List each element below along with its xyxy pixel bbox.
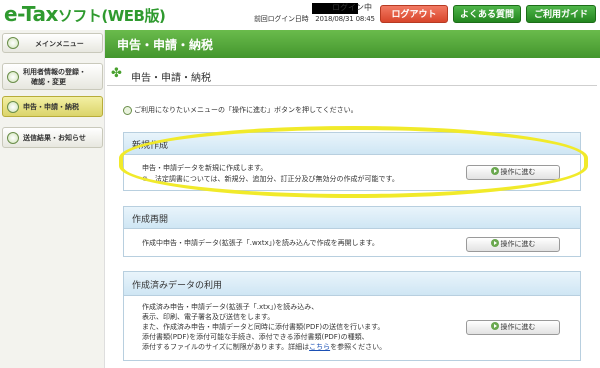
sidebar-item-label: 送信結果・お知らせ (23, 134, 86, 142)
proceed-label: 操作に進む (500, 240, 536, 248)
proceed-label: 操作に進む (500, 168, 536, 176)
card-text: 添付書類(PDF)を添付可能な手続き、添付できる添付書類(PDF)の種類、 (142, 333, 369, 341)
card-title: 作成済みデータの利用 (132, 281, 223, 291)
card-text: 作成中申告・申請データ(拡張子「.wxtx」)を読み込んで作成を再開します。 (142, 239, 379, 247)
clover-icon: ✤ (111, 66, 122, 81)
card-text: 添付するファイルのサイズに制限があります。詳細は (142, 343, 310, 351)
proceed-label: 操作に進む (500, 323, 536, 331)
info-icon (123, 105, 132, 115)
proceed-button-existing[interactable]: 操作に進む (466, 320, 560, 335)
section-title: 申告・申請・納税 (131, 73, 211, 84)
document-icon (7, 101, 19, 113)
instruction-text: ご利用になりたいメニューの「操作に進む」ボタンを押してください。 (123, 105, 358, 115)
page-title-band: 申告・申請・納税 (105, 30, 600, 58)
etax-logo[interactable]: e-Taxソフト(WEB版) (4, 2, 166, 26)
logo-main: e-Tax (4, 2, 58, 26)
user-guide-button[interactable]: ご利用ガイド (526, 5, 596, 23)
last-login-datetime: 前回ログイン日時 2018/08/31 08:45 (254, 15, 375, 23)
user-icon (7, 71, 19, 83)
card-text: 申告・申請データを新規に作成します。 (142, 164, 268, 172)
home-icon (7, 37, 19, 49)
sidebar-item-send-results[interactable]: 送信結果・お知らせ (2, 127, 103, 148)
card-text: 作成済み申告・申請データ(拡張子「.xtx」)を読み込み、 (142, 303, 319, 311)
card-text: を参照ください。 (330, 343, 387, 351)
faq-button[interactable]: よくある質問 (453, 5, 521, 23)
page-title: 申告・申請・納税 (117, 38, 214, 52)
login-status: ログイン中 (332, 3, 372, 12)
card-title: 作成再開 (132, 215, 169, 225)
play-icon (490, 167, 499, 175)
card-title: 新規作成 (132, 141, 169, 151)
card-header: 新規作成 (124, 133, 580, 155)
play-icon (490, 322, 499, 330)
sidebar-item-main-menu[interactable]: メインメニュー (2, 33, 103, 53)
card-new-creation: 新規作成 申告・申請データを新規に作成します。 ※ 法定調書については、新規分、… (123, 132, 581, 191)
login-info: ログイン中 前回ログイン日時 2018/08/31 08:45 (254, 3, 375, 25)
logout-button[interactable]: ログアウト (380, 5, 448, 23)
card-use-existing: 作成済みデータの利用 作成済み申告・申請データ(拡張子「.xtx」)を読み込み、… (123, 271, 581, 361)
section-heading: ✤ 申告・申請・納税 (107, 64, 597, 86)
proceed-button-new[interactable]: 操作に進む (466, 165, 560, 180)
instruction-label: ご利用になりたいメニューの「操作に進む」ボタンを押してください。 (134, 106, 358, 114)
card-text: また、作成済み申告・申請データと同時に添付書類(PDF)の送信を行います。 (142, 323, 385, 331)
mail-icon (7, 132, 19, 144)
card-text: 表示、印刷、電子署名及び送信をします。 (142, 313, 275, 321)
proceed-button-resume[interactable]: 操作に進む (466, 237, 560, 252)
card-header: 作成済みデータの利用 (124, 272, 580, 296)
logo-sub: ソフト(WEB版) (57, 7, 166, 25)
left-sidebar: メインメニュー 利用者情報の登録・ 確認・変更 申告・申請・納税 送信結果・お知… (0, 30, 105, 368)
sidebar-item-filing[interactable]: 申告・申請・納税 (2, 96, 103, 117)
main-content: ✤ 申告・申請・納税 ご利用になりたいメニューの「操作に進む」ボタンを押してくだ… (105, 58, 600, 368)
card-text-with-link: 添付するファイルのサイズに制限があります。詳細はこちらを参照ください。 (142, 343, 386, 352)
play-icon (490, 239, 499, 247)
etax-window: e-Taxソフト(WEB版) ログイン中 前回ログイン日時 2018/08/31… (0, 0, 600, 368)
sidebar-item-label: 申告・申請・納税 (23, 103, 79, 111)
card-text: ※ 法定調書については、新規分、追加分、訂正分及び無効分の作成が可能です。 (142, 175, 399, 183)
card-header: 作成再開 (124, 207, 580, 229)
details-link[interactable]: こちら (309, 343, 330, 351)
sidebar-item-user-info[interactable]: 利用者情報の登録・ 確認・変更 (2, 63, 103, 90)
top-header: e-Taxソフト(WEB版) ログイン中 前回ログイン日時 2018/08/31… (0, 0, 600, 30)
sidebar-item-label: 確認・変更 (31, 78, 66, 86)
card-resume: 作成再開 作成中申告・申請データ(拡張子「.wxtx」)を読み込んで作成を再開し… (123, 206, 581, 257)
sidebar-item-label: 利用者情報の登録・ (23, 68, 86, 76)
sidebar-item-label: メインメニュー (35, 40, 84, 48)
